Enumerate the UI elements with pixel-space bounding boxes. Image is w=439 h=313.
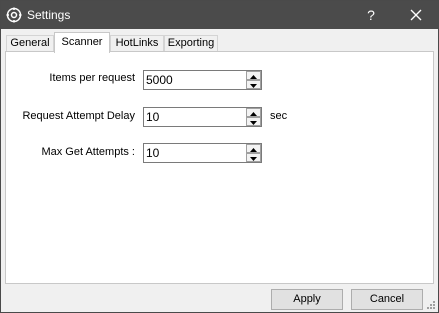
request-attempt-delay-input[interactable] xyxy=(146,109,242,125)
resize-grip-icon[interactable] xyxy=(424,298,436,310)
items-per-request-stepper[interactable] xyxy=(143,70,262,90)
arrow-down-icon xyxy=(250,152,257,164)
settings-window: Settings ? General Scanner HotLinks Expo… xyxy=(0,0,439,313)
close-button[interactable] xyxy=(396,1,436,29)
arrow-down-icon xyxy=(250,116,257,128)
items-per-request-input[interactable] xyxy=(146,72,242,88)
tab-exporting[interactable]: Exporting xyxy=(164,35,218,52)
max-get-attempts-input[interactable] xyxy=(146,145,242,161)
request-attempt-delay-label: Request Attempt Delay xyxy=(22,110,135,122)
help-button[interactable]: ? xyxy=(351,1,391,29)
tab-scanner[interactable]: Scanner xyxy=(54,32,110,53)
request-attempt-delay-down-button[interactable] xyxy=(246,117,261,126)
close-icon xyxy=(410,9,422,24)
request-attempt-delay-stepper[interactable] xyxy=(143,107,262,127)
items-per-request-down-button[interactable] xyxy=(246,80,261,89)
title-bar[interactable]: Settings ? xyxy=(1,1,438,29)
window-title: Settings xyxy=(27,8,71,22)
max-get-attempts-label: Max Get Attempts : xyxy=(41,146,135,158)
items-per-request-label: Items per request xyxy=(49,72,135,84)
scanner-panel: Items per request Request Attempt Delay xyxy=(5,51,434,284)
max-get-attempts-down-button[interactable] xyxy=(246,153,261,162)
delay-unit-label: sec xyxy=(270,110,288,122)
tab-hotlinks[interactable]: HotLinks xyxy=(110,35,164,52)
tab-general[interactable]: General xyxy=(6,35,54,52)
arrow-down-icon xyxy=(250,79,257,91)
apply-button[interactable]: Apply xyxy=(271,289,343,310)
max-get-attempts-stepper[interactable] xyxy=(143,143,262,163)
cancel-button[interactable]: Cancel xyxy=(351,289,423,310)
gear-icon xyxy=(6,7,22,23)
